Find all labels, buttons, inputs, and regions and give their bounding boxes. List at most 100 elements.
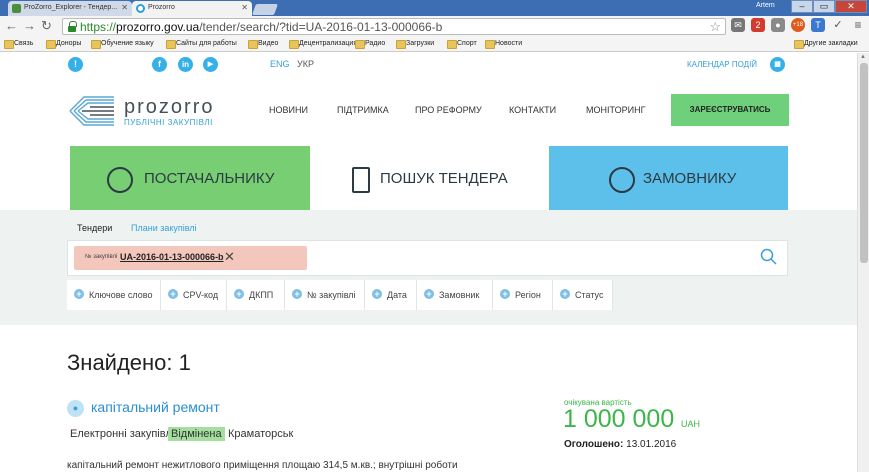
tab-title: ProZorro_Explorer - Тендер...: [24, 4, 118, 11]
extension-icon[interactable]: ✉: [731, 18, 745, 32]
menu-support[interactable]: ПІДТРИМКА: [337, 105, 389, 115]
youtube-icon[interactable]: ▶: [203, 57, 218, 72]
bookmark-folder[interactable]: Загрузки: [396, 40, 434, 49]
filter-tender-id[interactable]: № закупівлі: [285, 280, 365, 310]
back-arrow-icon[interactable]: ←: [5, 18, 18, 33]
tender-city: Краматорськ: [228, 428, 294, 440]
tab-favicon-icon: [136, 4, 145, 13]
scroll-thumb[interactable]: [860, 63, 868, 263]
filter-region[interactable]: Регіон: [493, 280, 553, 310]
menu-monitoring[interactable]: МОНІТОРИНГ: [586, 105, 645, 115]
close-tab-icon[interactable]: ✕: [241, 3, 248, 12]
bookmark-folder[interactable]: Новости: [485, 40, 522, 49]
subtab-tenders[interactable]: Тендери: [77, 223, 112, 233]
tab-favicon-icon: [12, 4, 21, 13]
bookmark-folder[interactable]: Видео: [248, 40, 278, 49]
filter-date[interactable]: Дата: [365, 280, 417, 310]
filter-customer[interactable]: Замовник: [417, 280, 493, 310]
lock-icon: [68, 21, 77, 32]
minimize-button[interactable]: –: [791, 0, 813, 13]
bookmark-folder[interactable]: Спорт: [447, 40, 477, 49]
bookmark-folder[interactable]: Сайты для работы: [166, 40, 237, 49]
chip-label: № закупівлі: [85, 254, 118, 260]
new-tab-button[interactable]: [251, 4, 279, 15]
user-arrow-icon: [609, 167, 635, 193]
bookmark-folder[interactable]: Децентрализация: [289, 40, 357, 49]
bookmark-folder[interactable]: Радио: [355, 40, 385, 49]
close-icon[interactable]: ✕: [224, 249, 235, 265]
calendar-link[interactable]: КАЛЕНДАР ПОДІЙ: [687, 60, 757, 69]
tab-tender-search-label: ПОШУК ТЕНДЕРА: [380, 170, 508, 187]
calendar-icon[interactable]: ▦: [770, 57, 785, 72]
lang-en-link[interactable]: ENG: [270, 59, 290, 69]
tender-description: капітальний ремонт нежитлового приміщенн…: [67, 460, 458, 471]
close-window-button[interactable]: ✕: [835, 0, 867, 13]
tender-amount: 1 000 000: [563, 405, 675, 433]
close-tab-icon[interactable]: ✕: [121, 3, 128, 12]
tab-supplier[interactable]: ПОСТАЧАЛЬНИКУ: [70, 146, 310, 210]
tab-tender-search[interactable]: ПОШУК ТЕНДЕРА: [310, 146, 549, 210]
status-badge: Відмінена: [168, 427, 225, 441]
site-header: prozorro ПУБЛІЧНІ ЗАКУПІВЛІ НОВИНИ ПІДТР…: [0, 79, 857, 145]
search-input[interactable]: № закупівлі UA-2016-01-13-000066-b ✕: [67, 240, 788, 276]
filter-status[interactable]: Статус: [553, 280, 613, 310]
bookmark-folder[interactable]: Связь: [4, 40, 33, 49]
site-topbar: ! f in ▶ ENG УКР КАЛЕНДАР ПОДІЙ ▦: [0, 53, 857, 79]
tab-customer-label: ЗАМОВНИКУ: [643, 170, 737, 187]
filter-cpv[interactable]: CPV-код: [161, 280, 227, 310]
bookmark-folder[interactable]: Обучение языку: [91, 40, 154, 49]
profile-name[interactable]: Artem: [756, 2, 775, 9]
filter-keyword[interactable]: Ключове слово: [67, 280, 161, 310]
prozorro-logo-icon[interactable]: [68, 95, 116, 127]
info-icon[interactable]: !: [68, 57, 83, 72]
address-bar[interactable]: https://prozorro.gov.ua/tender/search/?t…: [62, 18, 726, 35]
browser-tab[interactable]: ProZorro_Explorer - Тендер... ✕: [8, 1, 132, 16]
announced-date: Оголошено: 13.01.2016: [564, 439, 677, 450]
chip-value[interactable]: UA-2016-01-13-000066-b: [120, 252, 224, 262]
tender-title-link[interactable]: капітальний ремонт: [91, 399, 220, 415]
document-search-icon: [352, 167, 370, 193]
translate-icon[interactable]: T: [811, 18, 825, 32]
adblock-icon[interactable]: +18: [791, 18, 805, 32]
logo-subtitle: ПУБЛІЧНІ ЗАКУПІВЛІ: [124, 118, 213, 127]
facebook-icon[interactable]: f: [152, 57, 167, 72]
bookmarks-bar: Связь Доноры Обучение языку Сайты для ра…: [0, 37, 869, 52]
lang-uk-link[interactable]: УКР: [297, 59, 314, 69]
tab-customer[interactable]: ЗАМОВНИКУ: [549, 146, 788, 210]
filter-dkpp[interactable]: ДКПП: [227, 280, 285, 310]
scroll-up-arrow-icon[interactable]: ▲: [860, 54, 866, 60]
search-panel: Тендери Плани закупівлі № закупівлі UA-2…: [0, 210, 857, 325]
logo-name[interactable]: prozorro: [124, 96, 214, 119]
url-text[interactable]: https://prozorro.gov.ua/tender/search/?t…: [80, 20, 442, 34]
role-tabs: ПОСТАЧАЛЬНИКУ ПОШУК ТЕНДЕРА ЗАМОВНИКУ: [70, 146, 788, 210]
tab-supplier-label: ПОСТАЧАЛЬНИКУ: [144, 170, 275, 187]
browser-tab-active[interactable]: Prozorro ✕: [132, 1, 252, 16]
filter-bar: Ключове слово CPV-код ДКПП № закупівлі Д…: [67, 280, 788, 310]
tender-type: Електронні закупівлі: [70, 428, 175, 440]
tender-currency: UAH: [681, 419, 701, 429]
menu-icon[interactable]: ≡: [851, 18, 865, 32]
subtab-plans[interactable]: Плани закупівлі: [131, 223, 197, 233]
register-button[interactable]: ЗАРЕЄСТРУВАТИСЬ: [671, 94, 789, 126]
search-chip[interactable]: № закупівлі UA-2016-01-13-000066-b ✕: [74, 246, 307, 270]
reload-icon[interactable]: ↻: [41, 18, 52, 34]
results-count: Знайдено: 1: [67, 350, 191, 375]
tender-icon: ●: [67, 400, 84, 417]
other-bookmarks[interactable]: Другие закладки: [794, 40, 858, 49]
tab-title: Prozorro: [148, 4, 175, 11]
browser-titlebar: ProZorro_Explorer - Тендер... ✕ Prozorro…: [0, 0, 869, 16]
menu-contacts[interactable]: КОНТАКТИ: [509, 105, 556, 115]
check-icon[interactable]: ✓: [831, 18, 845, 32]
gmail-icon[interactable]: 2: [751, 18, 765, 32]
menu-news[interactable]: НОВИНИ: [269, 105, 308, 115]
search-icon[interactable]: [760, 248, 777, 265]
bookmark-folder[interactable]: Доноры: [46, 40, 81, 49]
user-arrow-icon: [107, 167, 133, 193]
forward-arrow-icon[interactable]: →: [23, 18, 36, 33]
maximize-button[interactable]: ▭: [813, 0, 835, 13]
extension-icon[interactable]: ●: [771, 18, 785, 32]
bookmark-star-icon[interactable]: ☆: [709, 19, 721, 35]
page-scrollbar[interactable]: ▲: [857, 53, 869, 472]
linkedin-icon[interactable]: in: [178, 57, 193, 72]
menu-about-reform[interactable]: ПРО РЕФОРМУ: [415, 105, 482, 115]
